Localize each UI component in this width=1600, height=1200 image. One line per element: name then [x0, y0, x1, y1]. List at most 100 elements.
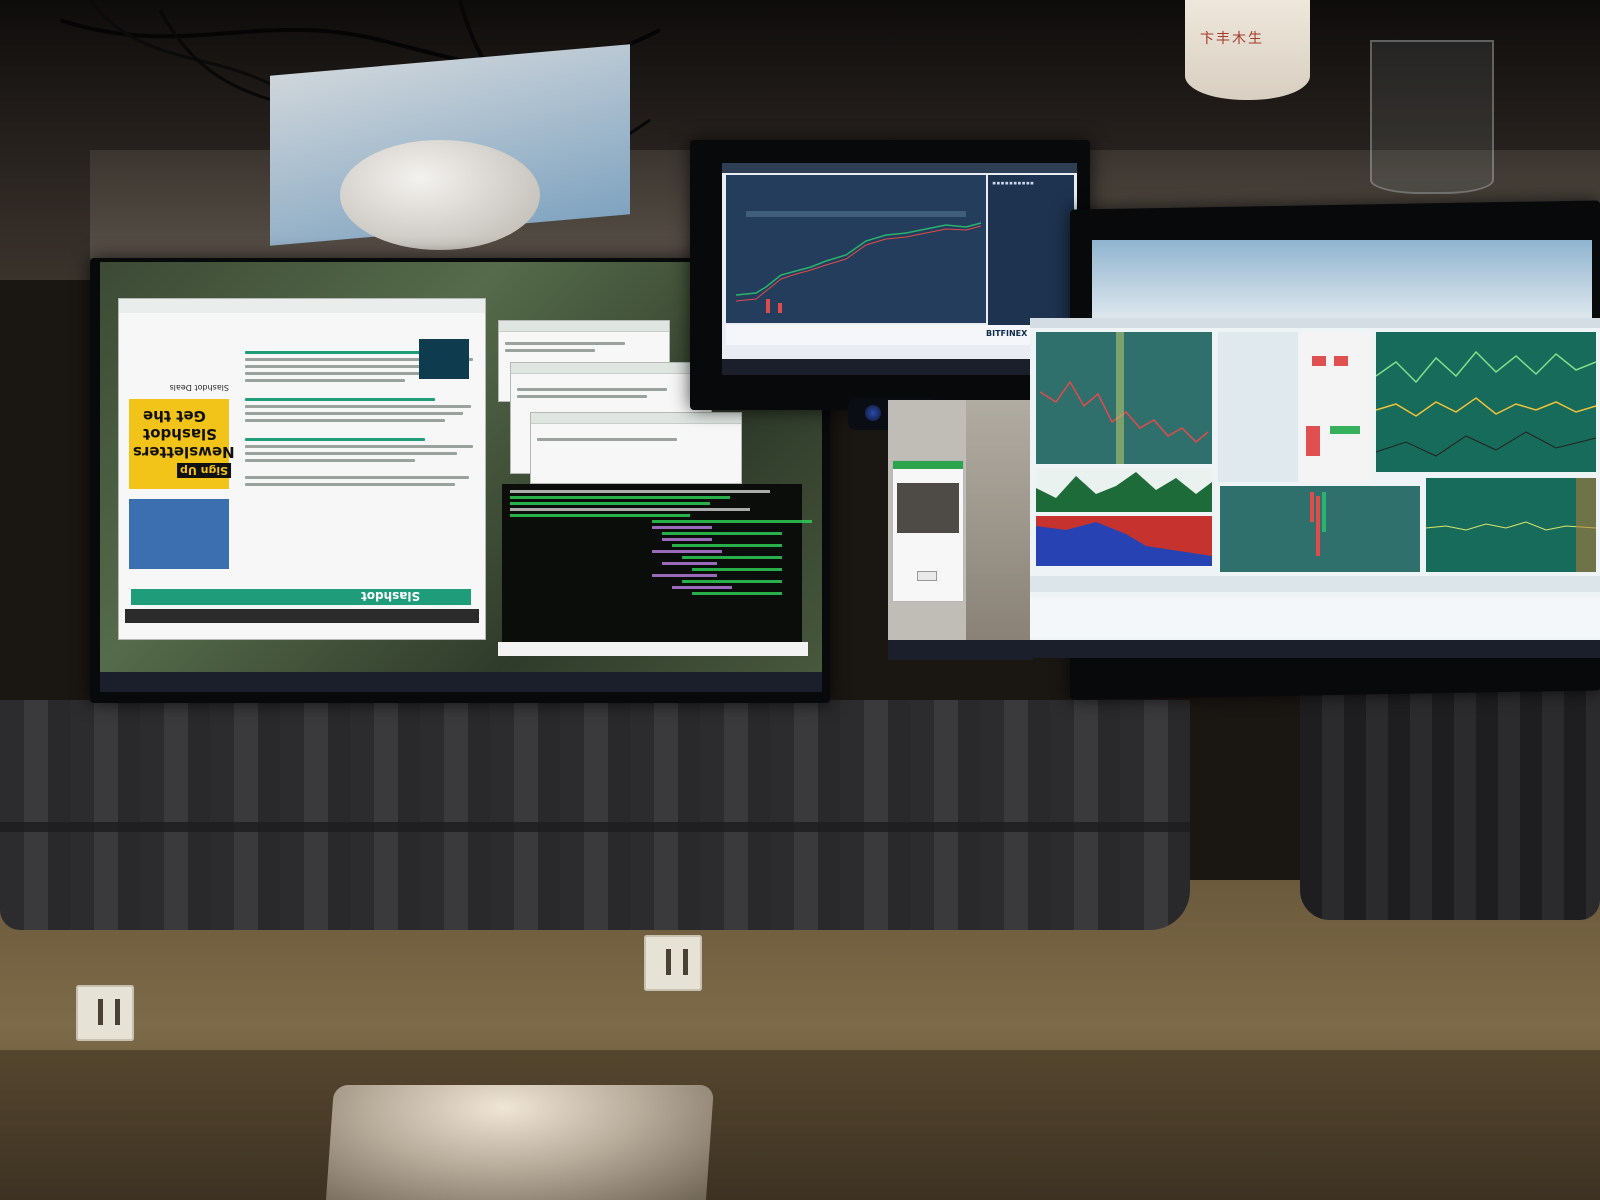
- article-text-line: [245, 419, 445, 422]
- top-taskbar[interactable]: [722, 359, 1077, 375]
- article-thumbnail: [419, 339, 469, 379]
- order-entry-panel[interactable]: [1300, 332, 1372, 482]
- terminal-line: [662, 538, 712, 541]
- article-headline[interactable]: [245, 438, 425, 441]
- video-window-button[interactable]: [917, 571, 937, 581]
- webcam-lens: [865, 405, 881, 421]
- browser-bottom-bar: [119, 299, 485, 313]
- power-outlet-icon: [76, 985, 134, 1041]
- oscillator-line: [1425, 478, 1597, 572]
- sell-button[interactable]: [1306, 426, 1320, 456]
- middle-monitor-screen: [888, 400, 1033, 660]
- terminal-line: [510, 496, 730, 499]
- cup-print: 卞丰木生: [1200, 31, 1264, 47]
- right-monitor-screen: [1030, 318, 1600, 658]
- router-device: [340, 140, 540, 250]
- exchange-logo: BITFINEX: [986, 329, 1028, 338]
- candlestick-chart: [735, 211, 982, 313]
- browser-window[interactable]: Slashdot Get the Slashdot Newsletters Si…: [118, 298, 486, 640]
- terminal-line: [672, 544, 782, 547]
- depth-panel[interactable]: [1036, 516, 1212, 566]
- video-call-window[interactable]: [892, 460, 964, 602]
- terminal-line: [672, 586, 732, 589]
- order-list-panel[interactable]: [1218, 332, 1298, 482]
- ad-line-3: Newsletters: [133, 443, 235, 461]
- price-panel-1[interactable]: [1036, 332, 1212, 464]
- article-text-line: [245, 445, 473, 448]
- video-thumbnail[interactable]: [897, 483, 959, 533]
- terminal-window[interactable]: [502, 484, 812, 644]
- top-monitor-screen: ▪▪▪▪▪▪▪▪▪▪ BITFINEX: [722, 163, 1077, 375]
- article-headline[interactable]: [245, 398, 435, 401]
- terminal-line: [652, 574, 717, 577]
- sidebar-title: Slashdot Deals: [169, 383, 229, 392]
- dialog-text-line: [505, 349, 595, 352]
- terminal-line: [682, 556, 782, 559]
- lampshade: [325, 1085, 715, 1200]
- buy-button[interactable]: [1330, 426, 1360, 434]
- sidebar-promo-image[interactable]: [129, 499, 229, 569]
- browser-window-bottom[interactable]: [1030, 598, 1600, 638]
- terminal-line: [662, 562, 717, 565]
- indicator-panel[interactable]: [1375, 332, 1597, 472]
- article-text-line: [245, 483, 455, 486]
- browser-tab-strip[interactable]: [125, 609, 479, 623]
- histogram-panel[interactable]: [1220, 486, 1420, 572]
- settings-text-line: [517, 395, 647, 398]
- desktop-wallpaper: [966, 400, 1033, 640]
- slashdot-navbar[interactable]: Slashdot: [131, 589, 471, 605]
- top-browser-bar[interactable]: [722, 163, 1077, 173]
- terminal-line: [652, 550, 722, 553]
- slashdot-logo[interactable]: Slashdot: [361, 589, 420, 603]
- power-outlet-icon: [644, 935, 702, 991]
- price-chart-panel[interactable]: [726, 175, 986, 323]
- ad-line-1: Get the: [143, 407, 206, 425]
- middle-taskbar[interactable]: [888, 640, 1033, 660]
- dialog-titlebar: [499, 321, 669, 332]
- sell-button[interactable]: [1312, 356, 1326, 366]
- terminal-line: [682, 580, 782, 583]
- sell-button[interactable]: [1334, 356, 1348, 366]
- oscillator-panel[interactable]: [1425, 478, 1597, 572]
- article-text-line: [245, 412, 463, 415]
- trading-app-toolbar[interactable]: [1030, 318, 1600, 328]
- ticker-bar: BITFINEX: [726, 325, 1074, 345]
- article-headline[interactable]: [245, 351, 445, 354]
- volume-area: [1036, 472, 1212, 512]
- trading-status-bar: [1030, 576, 1600, 592]
- volume-panel[interactable]: [1036, 468, 1212, 512]
- article-text-line: [245, 452, 457, 455]
- order-book-panel[interactable]: ▪▪▪▪▪▪▪▪▪▪: [988, 175, 1074, 325]
- video-window-header: [893, 461, 963, 469]
- indicator-lines: [1375, 350, 1597, 457]
- info-titlebar: [531, 413, 741, 424]
- terminal-line: [652, 520, 812, 523]
- terminal-line: [510, 508, 750, 511]
- window-footer: [498, 642, 808, 656]
- price-line-1: [1039, 332, 1209, 464]
- left-taskbar[interactable]: [100, 672, 822, 692]
- terminal-line: [510, 490, 770, 493]
- terminal-line: [510, 502, 710, 505]
- table-surface: [0, 1050, 1600, 1200]
- right-taskbar[interactable]: [1030, 640, 1600, 658]
- ad-line-2: Slashdot: [143, 425, 217, 443]
- terminal-line: [662, 532, 782, 535]
- depth-area: [1036, 522, 1212, 566]
- drinking-glass: [1370, 40, 1494, 194]
- paper-cup: [1185, 0, 1310, 100]
- info-window[interactable]: [530, 412, 742, 484]
- article-text-line: [245, 379, 405, 382]
- curtain-gather: [0, 822, 1190, 832]
- sign-up-button[interactable]: Sign Up: [177, 463, 232, 478]
- order-book-rows: ▪▪▪▪▪▪▪▪▪▪: [992, 179, 1035, 187]
- newsletter-ad[interactable]: Get the Slashdot Newsletters Sign Up: [129, 399, 235, 489]
- article-text-line: [245, 459, 415, 462]
- article-text-line: [245, 476, 469, 479]
- settings-titlebar: [511, 363, 711, 374]
- curtain-valance-right: [1300, 690, 1600, 920]
- terminal-line: [692, 568, 782, 571]
- terminal-line: [692, 592, 782, 595]
- settings-text-line: [517, 388, 667, 391]
- dialog-text-line: [505, 342, 625, 345]
